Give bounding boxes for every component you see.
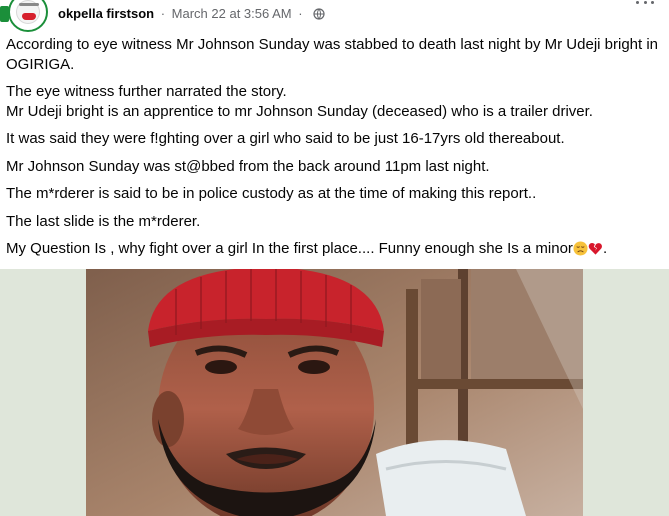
lips-icon xyxy=(22,13,36,20)
author-name[interactable]: okpella firstson xyxy=(58,6,154,21)
globe-icon[interactable] xyxy=(313,8,325,20)
author-line: okpella firstson · March 22 at 3:56 AM · xyxy=(58,6,325,22)
post-text: According to eye witness Mr Johnson Sund… xyxy=(6,35,666,259)
post-header: okpella firstson · March 22 at 3:56 AM · xyxy=(0,0,669,32)
more-options-icon[interactable] xyxy=(633,0,657,10)
avatar-badge xyxy=(0,6,9,22)
disappointed-face-emoji xyxy=(573,241,588,256)
meta-separator: · xyxy=(160,6,166,21)
post-paragraph: The last slide is the m*rderer. xyxy=(6,212,201,230)
post-paragraph-last: My Question Is , why fight over a girl I… xyxy=(6,239,666,259)
post-media[interactable] xyxy=(0,269,669,516)
post-timestamp[interactable]: March 22 at 3:56 AM xyxy=(172,6,292,21)
author-avatar[interactable] xyxy=(8,0,48,32)
sentence-end: . xyxy=(602,240,608,257)
post-paragraph: Mr Johnson Sunday was st@bbed from the b… xyxy=(6,157,490,175)
photo-illustration xyxy=(86,269,583,516)
meta-separator-2: · xyxy=(298,6,303,21)
post-paragraph: Mr Udeji bright is an apprentice to mr J… xyxy=(6,102,593,120)
post-paragraph-text: My Question Is , why fight over a girl I… xyxy=(6,240,573,257)
post-paragraph: The eye witness further narrated the sto… xyxy=(6,83,287,100)
broken-heart-emoji xyxy=(588,243,602,255)
post-paragraph: The m*rderer is said to be in police cus… xyxy=(6,185,537,202)
post-paragraph: According to eye witness Mr Johnson Sund… xyxy=(6,36,659,73)
post-photo[interactable] xyxy=(86,269,583,516)
post-paragraph: It was said they were f!ghting over a gi… xyxy=(6,130,565,147)
